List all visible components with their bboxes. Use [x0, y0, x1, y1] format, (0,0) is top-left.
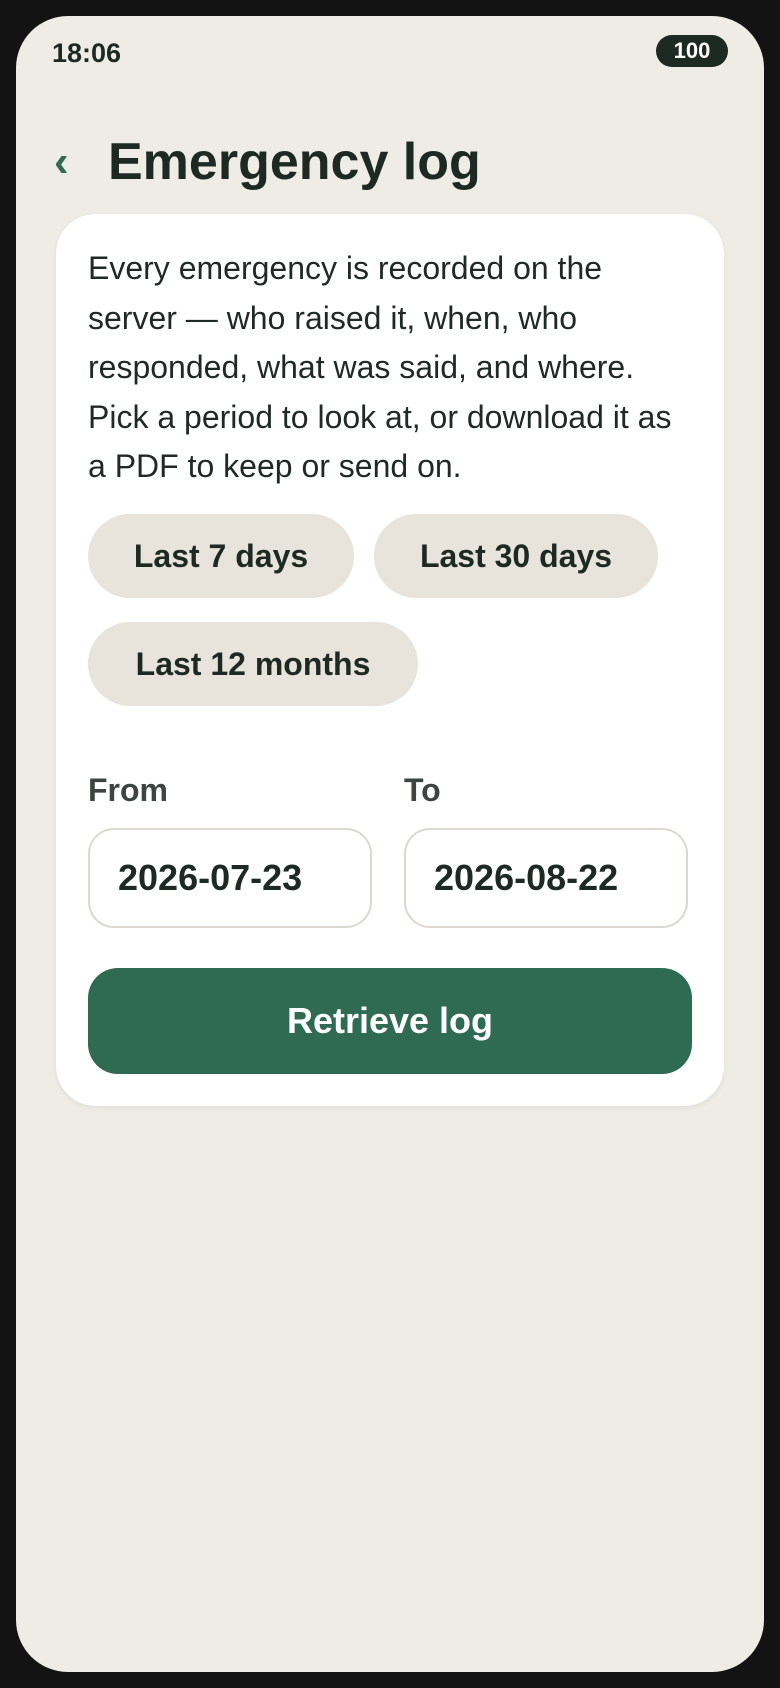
page-header: ‹ Emergency log — [54, 124, 481, 200]
from-date-field[interactable] — [88, 828, 372, 928]
intro-text: Every emergency is recorded on the serve… — [88, 250, 672, 484]
preset-last-12-months-button[interactable]: Last 12 months — [88, 622, 418, 706]
chevron-left-icon[interactable]: ‹ — [54, 124, 92, 200]
retrieve-log-button[interactable]: Retrieve log — [88, 968, 692, 1074]
to-date-field[interactable] — [404, 828, 688, 928]
to-label: To — [404, 772, 441, 808]
phone-screen: 18:06 100 ‹ Emergency log Every emergenc… — [16, 16, 764, 1672]
battery-indicator: 100 — [656, 35, 728, 67]
device-bezel: 18:06 100 ‹ Emergency log Every emergenc… — [0, 0, 780, 1688]
from-label: From — [88, 772, 168, 808]
preset-last-7-days-button[interactable]: Last 7 days — [88, 514, 354, 598]
preset-last-30-days-button[interactable]: Last 30 days — [374, 514, 658, 598]
status-time: 18:06 — [52, 38, 122, 68]
page-title: Emergency log — [108, 133, 481, 191]
log-card: Every emergency is recorded on the serve… — [56, 214, 724, 1106]
